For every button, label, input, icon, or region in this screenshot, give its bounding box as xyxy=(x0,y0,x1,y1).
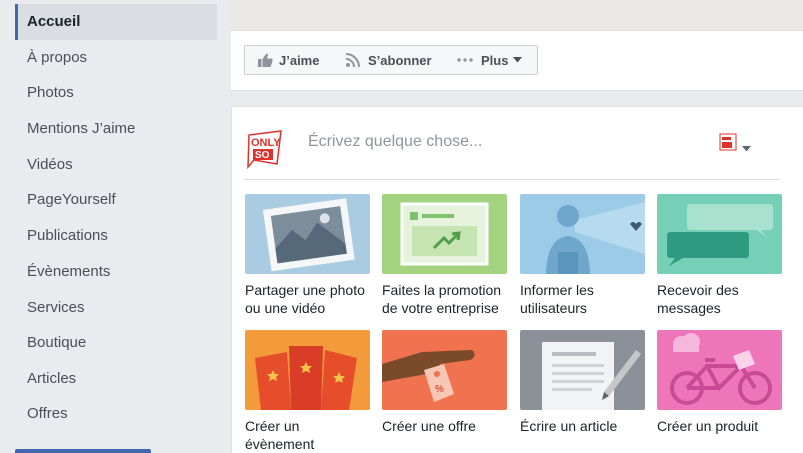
tile-caption: Informer les utilisateurs xyxy=(520,282,594,316)
tile-share-photo[interactable]: Partager une photo ou une vidéo xyxy=(245,194,370,317)
sidebar-item-services[interactable]: Services xyxy=(15,290,217,326)
author-selector[interactable] xyxy=(719,133,753,155)
sidebar-item-a-propos[interactable]: À propos xyxy=(15,40,217,76)
tile-caption: Créer une offre xyxy=(382,418,476,434)
sidebar-item-pageyourself[interactable]: PageYourself xyxy=(15,182,217,218)
logo-text-top: ONLY xyxy=(251,137,281,149)
tile-receive-messages[interactable]: Recevoir des messages xyxy=(657,194,782,317)
tile-write-article[interactable]: Écrire un article xyxy=(520,330,645,435)
thumbs-up-icon xyxy=(258,53,273,67)
tile-create-event[interactable]: Créer un évènement xyxy=(245,330,370,453)
sidebar-item-videos[interactable]: Vidéos xyxy=(15,147,217,183)
cover-photo-strip xyxy=(231,0,803,31)
sidebar-item-evenements[interactable]: Évènements xyxy=(15,254,217,290)
promotion-icon xyxy=(382,194,507,274)
sidebar-item-mentions-jaime[interactable]: Mentions J’aime xyxy=(15,111,217,147)
tile-caption: Recevoir des messages xyxy=(657,282,739,316)
article-icon xyxy=(520,330,645,410)
chevron-down-icon xyxy=(513,57,523,63)
logo-text-bottom: SO xyxy=(255,150,270,161)
sidebar-item-boutique[interactable]: Boutique xyxy=(15,325,217,361)
more-dots-icon xyxy=(457,58,473,62)
sidebar-nav: Accueil À propos Photos Mentions J’aime … xyxy=(0,0,230,453)
tile-promote-business[interactable]: Faites la promotion de votre entreprise xyxy=(382,194,507,317)
product-icon xyxy=(657,330,782,410)
sidebar-item-photos[interactable]: Photos xyxy=(15,75,217,111)
more-button[interactable]: Plus xyxy=(446,45,538,75)
sidebar-cta-edge[interactable] xyxy=(15,449,151,453)
tile-caption: Partager une photo ou une vidéo xyxy=(245,282,365,316)
event-icon xyxy=(245,330,370,410)
tile-caption: Écrire un article xyxy=(520,418,618,434)
composer-divider xyxy=(244,179,781,180)
sidebar-item-accueil[interactable]: Accueil xyxy=(15,4,217,40)
tile-caption: Créer un évènement xyxy=(245,418,315,452)
tile-create-product[interactable]: Créer un produit xyxy=(657,330,782,435)
post-composer: ONLY SO Écrivez quelque chose... Partage… xyxy=(231,106,803,453)
inform-icon xyxy=(520,194,645,274)
author-avatar xyxy=(719,133,737,156)
like-button[interactable]: J’aime xyxy=(244,45,335,75)
chevron-down-icon xyxy=(742,139,751,157)
page-actions-bar: J’aime S’abonner Plus xyxy=(231,31,803,91)
like-label: J’aime xyxy=(279,52,320,68)
rss-icon xyxy=(346,53,360,67)
sidebar-item-articles[interactable]: Articles xyxy=(15,361,217,397)
follow-button[interactable]: S’abonner xyxy=(334,45,447,75)
sidebar-item-offres[interactable]: Offres xyxy=(15,396,217,432)
messages-icon xyxy=(657,194,782,274)
tile-caption: Créer un produit xyxy=(657,418,759,434)
tile-inform-users[interactable]: Informer les utilisateurs xyxy=(520,194,645,317)
tile-create-offer[interactable]: % Créer une offre xyxy=(382,330,507,435)
photo-icon xyxy=(245,194,370,274)
offer-icon: % xyxy=(382,330,507,410)
more-label: Plus xyxy=(481,52,509,68)
tile-caption: Faites la promotion de votre entreprise xyxy=(382,282,502,316)
composer-input[interactable]: Écrivez quelque chose... xyxy=(308,133,482,151)
svg-text:%: % xyxy=(435,384,444,395)
page-logo: ONLY SO xyxy=(246,127,284,171)
sidebar-item-publications[interactable]: Publications xyxy=(15,218,217,254)
follow-label: S’abonner xyxy=(368,52,432,68)
